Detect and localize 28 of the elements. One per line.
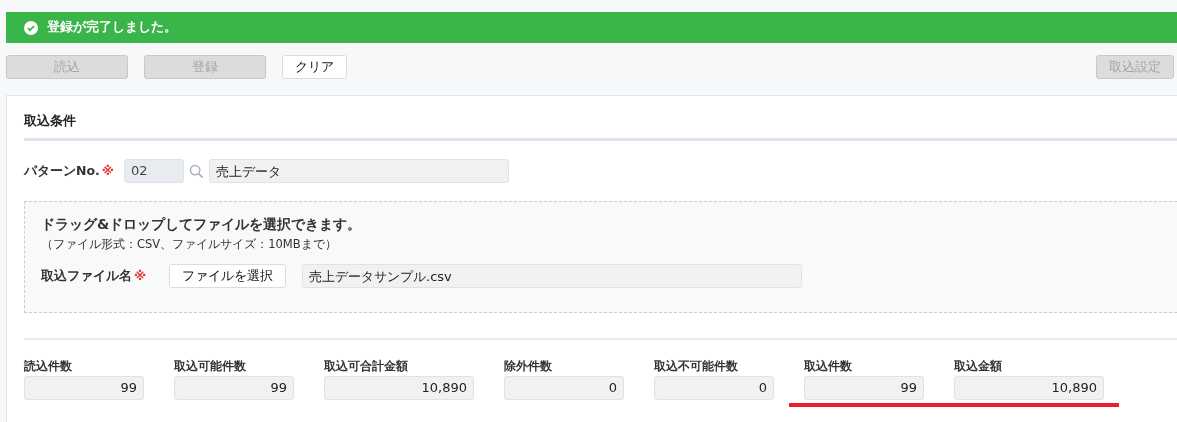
stat-label: 読込件数 [24,358,73,375]
stat-label: 取込可合計金額 [324,358,409,375]
section-title: 取込条件 [24,112,77,130]
drop-heading: ドラッグ&ドロップしてファイルを選択できます。 [41,216,363,234]
stat-value-field: 99 [174,376,294,400]
stat-value-field: 10,890 [324,376,474,400]
stat-value-field: 0 [654,376,774,400]
search-icon[interactable] [189,163,204,179]
stat-label: 取込件数 [804,358,853,375]
stat-value-field: 10,890 [954,376,1104,400]
field-label: 取込ファイル名 ※ [41,267,148,285]
toolbar-button[interactable]: クリア [282,55,347,79]
field-label: パターンNo. ※ [24,162,115,180]
file-drop-zone[interactable]: ドラッグ&ドロップしてファイルを選択できます。 （ファイル形式：CSV、ファイルサイズ：10MBまで） 取込ファイル名 ※ ファイルを選択 売上データサンプル.csv [24,201,1177,313]
choose-file-button[interactable]: ファイルを選択 [169,264,286,288]
pattern-code-field[interactable]: 02 [124,159,184,183]
stat-label: 取込不可能件数 [654,358,739,375]
stat-label: 除外件数 [504,358,553,375]
stat-value-field: 0 [504,376,624,400]
file-name-field[interactable]: 売上データサンプル.csv [302,264,802,288]
alert-message: 登録が完了しました。 [47,19,177,36]
check-circle-icon [24,20,38,35]
stat-label: 取込金額 [954,358,1003,375]
pattern-name-field[interactable]: 売上データ [209,159,509,183]
drop-note: （ファイル形式：CSV、ファイルサイズ：10MBまで） [41,237,338,252]
stat-value-field: 99 [804,376,924,400]
stat-label: 取込可能件数 [174,358,247,375]
stat-value-field: 99 [24,376,144,400]
